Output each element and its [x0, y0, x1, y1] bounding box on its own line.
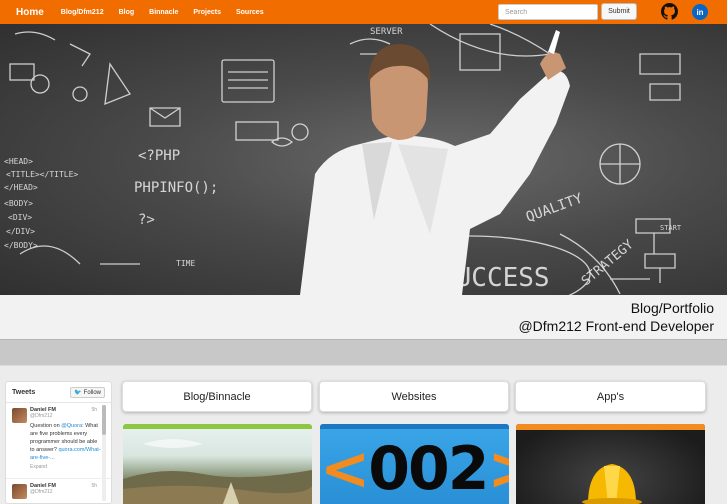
nav-link-projects[interactable]: Projects	[193, 9, 221, 16]
chalk-text-title: <TITLE></TITLE>	[6, 170, 78, 179]
github-icon[interactable]	[661, 3, 678, 20]
apps-thumbnail-image[interactable]	[516, 424, 705, 504]
chalk-text-start: START	[660, 224, 682, 232]
landscape-illustration	[123, 439, 312, 504]
chalk-text-time: TIME	[176, 259, 195, 268]
websites-logo-text: <002>	[320, 434, 509, 504]
logo-bracket-right: >	[488, 434, 509, 504]
tweet-mention[interactable]: @Quora	[61, 423, 82, 429]
chalk-text-div-close: </DIV>	[6, 227, 35, 236]
submit-button[interactable]: Submit	[601, 3, 637, 20]
nav-link-sources[interactable]: Sources	[236, 9, 264, 16]
tweet-item[interactable]: Daniel FM @Dfm212 5h	[6, 479, 111, 503]
hard-hat-icon	[582, 464, 642, 504]
tweet-expand-link[interactable]: Expand	[30, 464, 101, 470]
tweet-text-prefix: Question on	[30, 423, 62, 429]
hero-caption: Blog/Portfolio @Dfm212 Front-end Develop…	[0, 295, 727, 339]
caption-subtitle: @Dfm212 Front-end Developer	[518, 318, 714, 334]
chalkboard-illustration: <?PHP PHPINFO(); <HEAD> <TITLE></TITLE> …	[4, 24, 682, 295]
nav-link-binnacle[interactable]: Binnacle	[149, 9, 178, 16]
blog-binnacle-button[interactable]: Blog/Binnacle	[122, 381, 312, 412]
thumbnail-accent-bar	[516, 424, 705, 430]
twitter-header: Tweets 🐦 Follow	[6, 382, 111, 403]
nav-home-link[interactable]: Home	[16, 7, 44, 18]
avatar[interactable]	[12, 408, 27, 423]
follow-label: Follow	[83, 389, 101, 396]
nav-link-blog[interactable]: Blog	[119, 9, 135, 16]
chalk-text-strategy: STRATEGY	[579, 237, 637, 289]
avatar[interactable]	[12, 484, 27, 499]
chalk-text-quality: QUALITY	[524, 190, 585, 225]
man-figure	[300, 30, 570, 295]
chalk-text-body: <BODY>	[4, 199, 33, 208]
chalk-text-php: <?PHP	[138, 148, 180, 164]
tweet-item[interactable]: Daniel FM @Dfm212 5h Question on @Quora:…	[6, 403, 111, 479]
twitter-bird-icon: 🐦	[74, 390, 82, 396]
linkedin-icon[interactable]: in	[692, 4, 708, 20]
chalk-text-server: SERVER	[370, 27, 403, 37]
search-input[interactable]	[498, 4, 598, 20]
thumbnail-accent-bar	[123, 424, 312, 429]
chalk-text-body-close: </BODY>	[4, 241, 38, 250]
thumbnail-accent-bar	[320, 424, 509, 429]
websites-thumbnail-image[interactable]: <002>	[320, 424, 509, 504]
tweet-author-handle[interactable]: @Dfm212	[30, 489, 101, 495]
websites-button[interactable]: Websites	[319, 381, 509, 412]
tweet-time[interactable]: 5h	[91, 483, 97, 489]
chalk-text-phpinfo: PHPINFO();	[134, 180, 218, 196]
chalk-text-head: <HEAD>	[4, 157, 33, 166]
logo-number: 002	[368, 434, 489, 504]
apps-button[interactable]: App's	[515, 381, 706, 412]
hero-banner: <?PHP PHPINFO(); <HEAD> <TITLE></TITLE> …	[0, 24, 727, 295]
blog-thumbnail-image[interactable]	[123, 424, 312, 504]
scrollbar-thumb[interactable]	[102, 405, 106, 435]
chalk-text-div: <DIV>	[8, 213, 32, 222]
twitter-timeline-widget: Tweets 🐦 Follow Daniel FM @Dfm212 5h Que…	[5, 381, 112, 504]
tweet-text: Question on @Quora: What are five proble…	[30, 422, 101, 462]
caption-title: Blog/Portfolio	[630, 300, 714, 316]
logo-bracket-left: <	[320, 434, 370, 504]
chalk-text-close-php: ?>	[138, 212, 155, 228]
nav-link-blog-dfm212[interactable]: Blog/Dfm212	[61, 9, 104, 16]
tweet-author-handle[interactable]: @Dfm212	[30, 413, 101, 419]
chalk-text-head-close: </HEAD>	[4, 183, 38, 192]
divider-band	[0, 339, 727, 366]
twitter-scrollbar[interactable]	[102, 405, 106, 501]
twitter-title: Tweets	[12, 389, 36, 396]
tweet-time[interactable]: 5h	[91, 407, 97, 413]
twitter-follow-button[interactable]: 🐦 Follow	[70, 387, 105, 398]
